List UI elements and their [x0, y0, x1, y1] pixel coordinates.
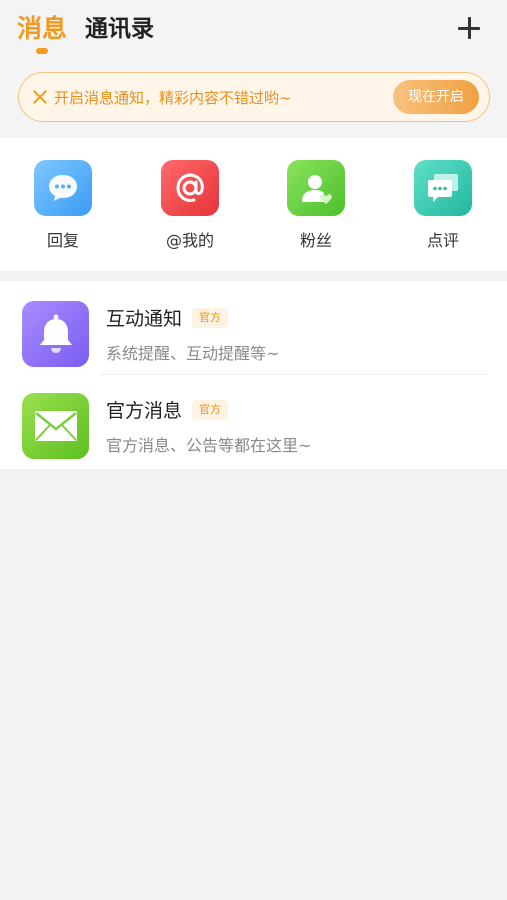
official-badge: 官方 [192, 307, 229, 328]
comment-icon [414, 160, 472, 216]
tab-messages[interactable]: 消息 [17, 12, 68, 54]
top-tabs: 消息 通讯录 [17, 12, 172, 54]
message-title-row: 官方消息 官方 [106, 396, 229, 423]
envelope-icon [22, 393, 89, 459]
at-sign-icon [161, 160, 219, 216]
official-badge: 官方 [192, 399, 229, 420]
tab-messages-label: 消息 [17, 14, 68, 43]
quick-action-reviews[interactable]: 点评 [398, 160, 488, 251]
message-subtitle: 系统提醒、互动提醒等~ [106, 344, 280, 363]
quick-action-fans[interactable]: 粉丝 [271, 160, 361, 251]
banner-text: 开启消息通知，精彩内容不错过哟~ [54, 88, 292, 107]
message-title: 互动通知 [106, 308, 183, 330]
header: 消息 通讯录 开启消息通知，精彩内容不错过哟~ 现在开启 [0, 0, 507, 138]
plus-icon[interactable] [453, 12, 485, 44]
active-tab-indicator [36, 48, 48, 54]
quick-action-mentions-label: @我的 [165, 231, 214, 250]
user-heart-icon [287, 160, 345, 216]
bell-icon [22, 301, 89, 367]
tab-contacts[interactable]: 通讯录 [85, 12, 154, 46]
close-icon[interactable] [30, 87, 50, 107]
tab-contacts-label: 通讯录 [85, 16, 155, 42]
notification-banner: 开启消息通知，精彩内容不错过哟~ 现在开启 [18, 72, 490, 122]
list-item-official-message[interactable]: 官方消息 官方 官方消息、公告等都在这里~ [0, 373, 507, 465]
quick-action-fans-label: 粉丝 [299, 231, 332, 250]
message-subtitle: 官方消息、公告等都在这里~ [106, 436, 312, 455]
message-list: 互动通知 官方 系统提醒、互动提醒等~ 官方消息 官方 官方消息、公告等都在这里… [0, 281, 507, 469]
quick-action-reply-label: 回复 [46, 231, 79, 250]
messages-page: 消息 通讯录 开启消息通知，精彩内容不错过哟~ 现在开启 回复 @我的 粉丝 点… [0, 0, 507, 900]
quick-action-reply[interactable]: 回复 [18, 160, 108, 251]
message-title-row: 互动通知 官方 [106, 304, 229, 331]
quick-action-mentions[interactable]: @我的 [145, 160, 235, 251]
enable-notification-button[interactable]: 现在开启 [393, 80, 479, 114]
list-item-interaction-notice[interactable]: 互动通知 官方 系统提醒、互动提醒等~ [0, 281, 507, 375]
message-title: 官方消息 [106, 400, 183, 422]
quick-actions: 回复 @我的 粉丝 点评 [0, 138, 507, 271]
chat-bubble-icon [34, 160, 92, 216]
quick-action-reviews-label: 点评 [426, 231, 459, 250]
